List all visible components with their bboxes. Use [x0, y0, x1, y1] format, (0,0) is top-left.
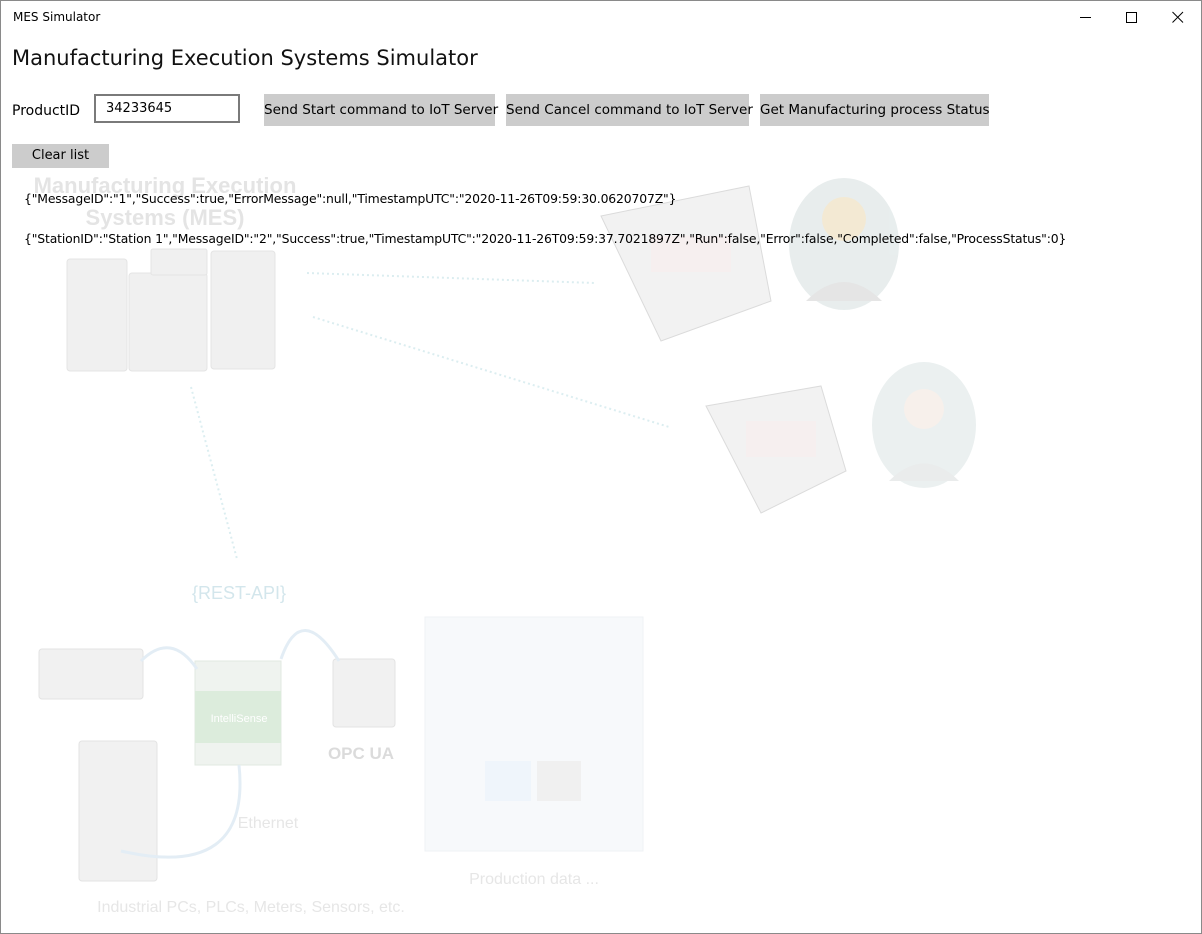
list-item[interactable]: {"MessageID":"1","Success":true,"ErrorMe… — [24, 191, 676, 206]
product-id-label: ProductID — [12, 103, 81, 119]
bg-intellisense: IntelliSense — [211, 713, 268, 725]
bg-ethernet: Ethernet — [238, 815, 299, 832]
close-icon — [1172, 11, 1184, 23]
product-id-input[interactable] — [94, 94, 240, 123]
list-item[interactable]: {"StationID":"Station 1","MessageID":"2"… — [24, 231, 1066, 246]
send-cancel-button[interactable]: Send Cancel command to IoT Server — [506, 94, 753, 126]
clear-list-button[interactable]: Clear list — [12, 144, 109, 168]
title-bar[interactable]: MES Simulator — [1, 1, 1201, 33]
background-illustration: Manufacturing Execution Systems (MES) {R… — [34, 173, 976, 916]
maximize-icon — [1126, 12, 1137, 23]
person-avatar-2 — [872, 362, 976, 488]
minimize-icon — [1080, 17, 1091, 18]
get-status-button[interactable]: Get Manufacturing process Status — [760, 94, 990, 126]
bg-rest-api: {REST-API} — [192, 583, 286, 603]
window-title: MES Simulator — [13, 10, 101, 24]
send-start-button[interactable]: Send Start command to IoT Server — [264, 94, 498, 126]
server-rack-image — [66, 248, 276, 372]
production-line-image — [424, 616, 644, 852]
maximize-button[interactable] — [1109, 1, 1155, 33]
bg-mes-title-2: Systems (MES) — [86, 205, 245, 230]
page-title: Manufacturing Execution Systems Simulato… — [12, 46, 478, 70]
tablet-image-2 — [705, 385, 847, 514]
bg-opc-ua: OPC UA — [328, 744, 394, 763]
bg-devices-caption: Industrial PCs, PLCs, Meters, Sensors, e… — [97, 899, 405, 916]
bg-production-data: Production data ... — [469, 871, 599, 888]
app-window: MES Simulator Manufacturing Execution Sy… — [0, 0, 1202, 934]
minimize-button[interactable] — [1063, 1, 1109, 33]
close-button[interactable] — [1155, 1, 1201, 33]
tablet-image-1 — [600, 185, 772, 342]
